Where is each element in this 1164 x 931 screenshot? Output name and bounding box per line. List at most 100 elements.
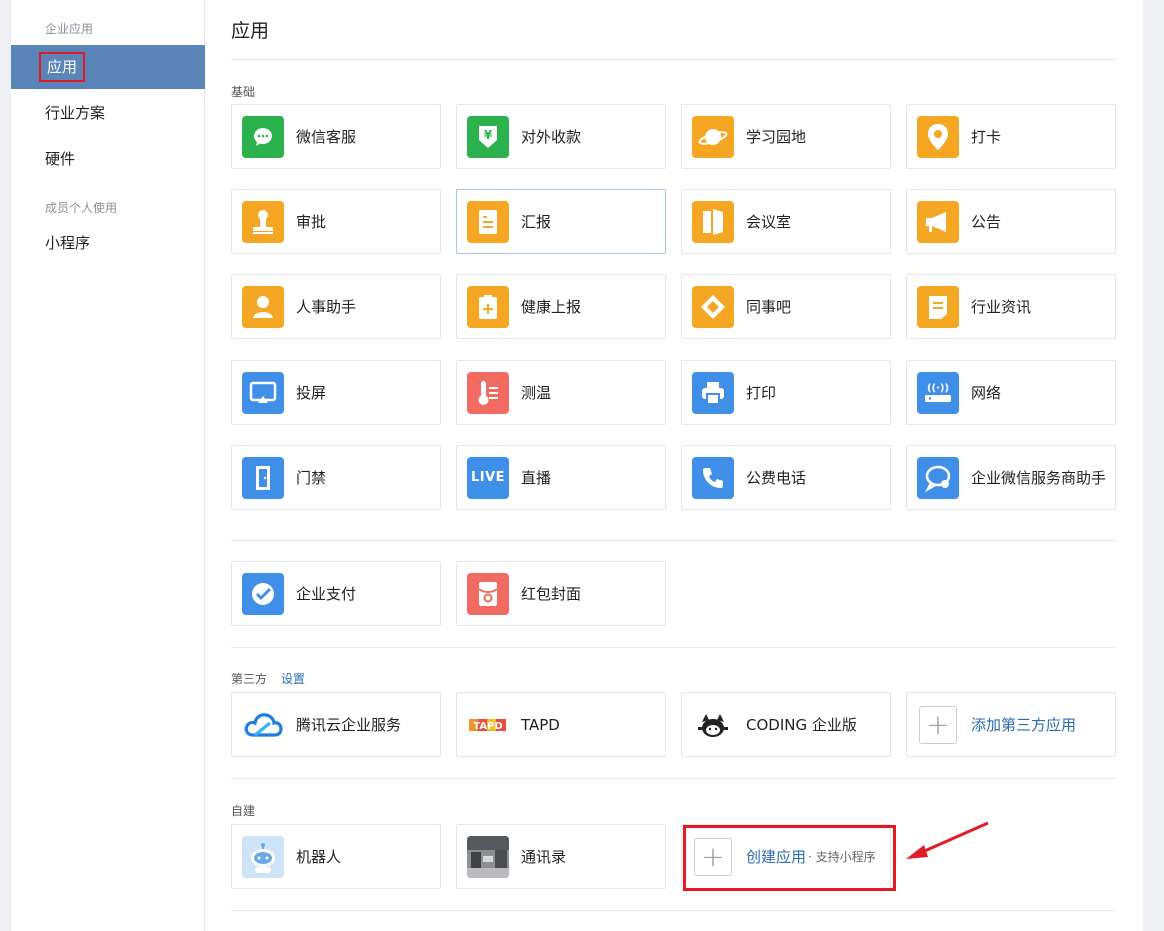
- svg-text:TAPD: TAPD: [473, 721, 502, 732]
- app-label: TAPD: [521, 715, 560, 734]
- app-card-company-phone[interactable]: 公费电话: [681, 445, 891, 510]
- app-card-service-provider-assistant[interactable]: 企业微信服务商助手: [906, 445, 1116, 510]
- app-label: 机器人: [296, 848, 342, 866]
- service-chat-icon: [917, 456, 959, 499]
- app-card-checkin[interactable]: 打卡: [906, 104, 1116, 169]
- news-doc-icon: [917, 285, 959, 328]
- sidebar-item-label: 行业方案: [45, 104, 106, 122]
- group-label-third-party: 第三方 设置: [231, 670, 305, 687]
- door-icon: [692, 200, 734, 243]
- app-card-announcement[interactable]: 公告: [906, 189, 1116, 254]
- app-card-wechat-service[interactable]: 微信客服: [231, 104, 441, 169]
- app-card-contacts[interactable]: 通讯录: [456, 824, 666, 889]
- app-label: 会议室: [746, 213, 792, 231]
- app-card-colleague-forum[interactable]: 同事吧: [681, 274, 891, 339]
- stamp-icon: [242, 200, 284, 243]
- create-app-label: 创建应用: [746, 848, 807, 866]
- app-card-coding[interactable]: CODING 企业版: [681, 692, 891, 757]
- app-card-red-envelope[interactable]: 红包封面: [456, 561, 666, 626]
- planet-icon: [692, 115, 734, 158]
- divider: [231, 910, 1115, 911]
- printer-icon: [692, 371, 734, 414]
- app-label: 人事助手: [296, 298, 357, 316]
- sidebar-item-hardware[interactable]: 硬件: [11, 137, 205, 181]
- contacts-photo-icon: [467, 835, 509, 878]
- svg-text:¥: ¥: [484, 128, 493, 142]
- access-door-icon: [242, 456, 284, 499]
- third-party-label: 第三方: [231, 672, 268, 686]
- sidebar-section-personal: 成员个人使用: [45, 201, 118, 215]
- left-edge-strip: [0, 0, 11, 931]
- app-label: 直播: [521, 469, 552, 487]
- app-card-tapd[interactable]: TAPD TAPD: [456, 692, 666, 757]
- red-envelope-icon: [467, 572, 509, 615]
- live-icon-text: LIVE: [470, 470, 506, 485]
- report-doc-icon: [467, 200, 509, 243]
- divider: [231, 647, 1115, 648]
- app-label: 同事吧: [746, 298, 792, 316]
- app-card-industry-news[interactable]: 行业资讯: [906, 274, 1116, 339]
- app-label: 对外收款: [521, 128, 582, 146]
- app-label: 企业微信服务商助手: [971, 469, 1107, 487]
- app-card-meeting-room[interactable]: 会议室: [681, 189, 891, 254]
- divider: [231, 540, 1115, 541]
- sidebar-item-apps[interactable]: 应用: [11, 45, 205, 89]
- app-card-tencent-cloud[interactable]: 腾讯云企业服务: [231, 692, 441, 757]
- app-label: 门禁: [296, 469, 327, 487]
- app-label: 企业支付: [296, 585, 357, 603]
- app-label: 微信客服: [296, 128, 357, 146]
- app-label: 汇报: [521, 213, 552, 231]
- health-clipboard-icon: [467, 285, 509, 328]
- sidebar-section-enterprise: 企业应用: [45, 22, 94, 36]
- app-card-approval[interactable]: 审批: [231, 189, 441, 254]
- thermometer-icon: [467, 371, 509, 414]
- app-card-print[interactable]: 打印: [681, 360, 891, 425]
- app-label: 学习园地: [746, 128, 807, 146]
- person-icon: [242, 285, 284, 328]
- sidebar: 企业应用 应用 行业方案 硬件 成员个人使用 小程序: [11, 0, 205, 931]
- add-third-party-app-button[interactable]: + 添加第三方应用: [906, 692, 1116, 757]
- app-label: 网络: [971, 384, 1002, 402]
- app-card-hr-assistant[interactable]: 人事助手: [231, 274, 441, 339]
- app-card-enterprise-pay[interactable]: 企业支付: [231, 561, 441, 626]
- right-edge-strip: [1143, 0, 1164, 931]
- tapd-logo-icon: TAPD: [467, 704, 509, 746]
- app-card-network[interactable]: ((·)) 网络: [906, 360, 1116, 425]
- third-party-settings-link[interactable]: 设置: [281, 672, 305, 686]
- megaphone-icon: [917, 200, 959, 243]
- app-card-access-control[interactable]: 门禁: [231, 445, 441, 510]
- screen-cast-icon: [242, 371, 284, 414]
- app-label: 打印: [746, 384, 777, 402]
- phone-icon: [692, 456, 734, 499]
- sidebar-item-label: 硬件: [45, 150, 76, 168]
- app-card-report[interactable]: 汇报: [456, 189, 666, 254]
- sidebar-item-label: 小程序: [45, 234, 91, 252]
- app-card-temperature[interactable]: 测温: [456, 360, 666, 425]
- robot-icon: [242, 835, 284, 878]
- app-label: 测温: [521, 384, 552, 402]
- group-label-basic: 基础: [231, 85, 256, 99]
- app-label: 行业资讯: [971, 298, 1032, 316]
- annotation-arrow-icon: [906, 821, 989, 859]
- app-label: 通讯录: [521, 848, 567, 866]
- group-label-custom: 自建: [231, 804, 256, 818]
- app-card-external-payment[interactable]: ¥ 对外收款: [456, 104, 666, 169]
- sidebar-item-industry-solutions[interactable]: 行业方案: [11, 91, 205, 135]
- plus-icon: +: [917, 704, 959, 746]
- app-label: 打卡: [971, 128, 1002, 146]
- app-card-screen-cast[interactable]: 投屏: [231, 360, 441, 425]
- tencent-cloud-icon: [242, 704, 284, 746]
- live-icon: LIVE: [467, 456, 509, 499]
- app-card-live[interactable]: LIVE 直播: [456, 445, 666, 510]
- app-card-learning[interactable]: 学习园地: [681, 104, 891, 169]
- coding-logo-icon: [692, 704, 734, 746]
- create-app-button[interactable]: + 创建应用 · 支持小程序: [681, 824, 891, 889]
- create-app-sub: · 支持小程序: [808, 850, 876, 864]
- diamond-icon: [692, 285, 734, 328]
- app-label: 添加第三方应用: [971, 716, 1077, 734]
- chat-bubble-icon: [242, 115, 284, 158]
- app-card-robot[interactable]: 机器人: [231, 824, 441, 889]
- app-card-health-report[interactable]: 健康上报: [456, 274, 666, 339]
- location-pin-icon: [917, 115, 959, 158]
- sidebar-item-mini-program[interactable]: 小程序: [11, 221, 205, 265]
